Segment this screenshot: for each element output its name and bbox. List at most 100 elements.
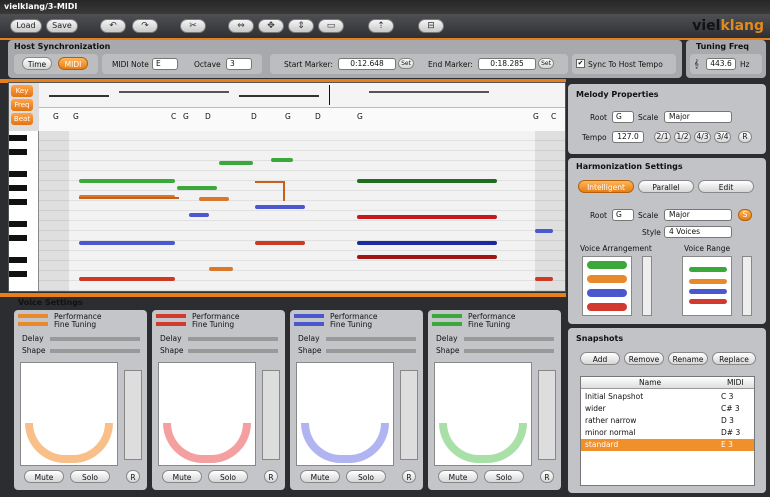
delay-slider[interactable] xyxy=(50,337,140,341)
zoom-horizontal-icon[interactable]: ⇔ xyxy=(228,19,254,33)
reset-button[interactable]: R xyxy=(126,470,140,483)
start-marker-field[interactable]: 0:12.648 xyxy=(338,58,396,70)
freq-button[interactable]: Freq xyxy=(11,99,33,111)
shape-display[interactable] xyxy=(434,362,532,466)
start-set-button[interactable]: Set xyxy=(398,58,414,69)
snapshot-table: Name MIDI Initial Snapshot C 3 wider C# 3 … xyxy=(580,376,755,486)
shape-display[interactable] xyxy=(296,362,394,466)
harm-root-select[interactable]: G xyxy=(612,209,634,221)
shape-slider[interactable] xyxy=(464,349,554,353)
remove-snapshot-button[interactable]: Remove xyxy=(624,352,664,365)
chord-label: G xyxy=(183,112,189,121)
end-set-button[interactable]: Set xyxy=(538,58,554,69)
volume-slider[interactable] xyxy=(262,370,280,460)
tempo-3-4-button[interactable]: 3/4 xyxy=(714,131,731,143)
tempo-1-2-button[interactable]: 1/2 xyxy=(674,131,691,143)
reset-button[interactable]: R xyxy=(402,470,416,483)
chord-track[interactable]: G G C G D D G D G G C xyxy=(39,107,565,131)
fit-icon[interactable]: ▭ xyxy=(318,19,344,33)
midi-toggle[interactable]: MIDI xyxy=(58,57,88,70)
zoom-vertical-icon[interactable]: ⇕ xyxy=(288,19,314,33)
voice-panel-3: Performance Fine Tuning Delay Shape Mute… xyxy=(290,310,423,490)
table-row-selected[interactable]: standard E 3 xyxy=(581,439,754,451)
shape-slider[interactable] xyxy=(326,349,416,353)
chord-label: C xyxy=(551,112,557,121)
volume-slider[interactable] xyxy=(538,370,556,460)
reset-button[interactable]: R xyxy=(540,470,554,483)
snapshots-title: Snapshots xyxy=(576,334,624,343)
volume-slider[interactable] xyxy=(124,370,142,460)
zoom-both-icon[interactable]: ✥ xyxy=(258,19,284,33)
solo-button[interactable]: Solo xyxy=(70,470,110,483)
add-snapshot-button[interactable]: Add xyxy=(580,352,620,365)
melody-root-select[interactable]: G xyxy=(612,111,634,123)
fine-tuning-label: Fine Tuning xyxy=(468,320,511,329)
tempo-field[interactable]: 127.0 xyxy=(612,131,644,143)
reset-button[interactable]: R xyxy=(264,470,278,483)
octave-select[interactable]: 3 xyxy=(226,58,252,70)
range-slider[interactable] xyxy=(742,256,752,316)
undo-icon[interactable]: ↶ xyxy=(100,19,126,33)
parallel-mode-button[interactable]: Parallel xyxy=(638,180,694,193)
rename-snapshot-button[interactable]: Rename xyxy=(668,352,708,365)
mute-button[interactable]: Mute xyxy=(438,470,478,483)
tempo-reset-button[interactable]: R xyxy=(738,131,752,143)
note-editor[interactable]: Key Freq Beat G G C G D D G D G G C xyxy=(8,82,566,292)
mute-button[interactable]: Mute xyxy=(24,470,64,483)
melody-scale-select[interactable]: Major xyxy=(664,111,732,123)
mute-button[interactable]: Mute xyxy=(162,470,202,483)
tempo-icon[interactable]: ⇡ xyxy=(368,19,394,33)
host-sync-panel: Host Synchronization Time MIDI MIDI Note… xyxy=(8,40,682,78)
piano-keyboard xyxy=(9,131,39,291)
fine-tuning-label: Fine Tuning xyxy=(54,320,97,329)
replace-snapshot-button[interactable]: Replace xyxy=(712,352,756,365)
end-marker-field[interactable]: 0:18.285 xyxy=(478,58,536,70)
tuning-icon[interactable]: ⊟ xyxy=(418,19,444,33)
intelligent-mode-button[interactable]: Intelligent xyxy=(578,180,634,193)
harm-scale-select[interactable]: Major xyxy=(664,209,732,221)
delay-slider[interactable] xyxy=(326,337,416,341)
chord-label: D xyxy=(251,112,257,121)
redo-icon[interactable]: ↷ xyxy=(132,19,158,33)
sync-checkbox[interactable]: ✔ xyxy=(576,59,585,68)
arrangement-slider[interactable] xyxy=(642,256,652,316)
scale-s-button[interactable]: S xyxy=(738,209,752,221)
solo-button[interactable]: Solo xyxy=(208,470,248,483)
chord-label: C xyxy=(171,112,177,121)
voice-arrangement-display[interactable] xyxy=(582,256,632,316)
key-button[interactable]: Key xyxy=(11,85,33,97)
volume-slider[interactable] xyxy=(400,370,418,460)
tuning-unit: Hz xyxy=(740,60,750,69)
table-row[interactable]: rather narrow D 3 xyxy=(581,415,754,427)
edit-mode-button[interactable]: Edit xyxy=(698,180,754,193)
midi-note-select[interactable]: E xyxy=(152,58,178,70)
delay-slider[interactable] xyxy=(464,337,554,341)
style-select[interactable]: 4 Voices xyxy=(664,226,732,238)
table-row[interactable]: minor normal D# 3 xyxy=(581,427,754,439)
solo-button[interactable]: Solo xyxy=(346,470,386,483)
tempo-2-1-button[interactable]: 2/1 xyxy=(654,131,671,143)
save-button[interactable]: Save xyxy=(46,19,78,33)
delay-label: Delay xyxy=(22,334,44,343)
shape-display[interactable] xyxy=(158,362,256,466)
scale-label: Scale xyxy=(638,113,659,122)
note-grid[interactable] xyxy=(39,131,565,291)
beat-button[interactable]: Beat xyxy=(11,113,33,125)
table-row[interactable]: Initial Snapshot C 3 xyxy=(581,391,754,403)
delay-slider[interactable] xyxy=(188,337,278,341)
time-toggle[interactable]: Time xyxy=(22,57,52,70)
scale-label: Scale xyxy=(638,211,659,220)
tempo-4-3-button[interactable]: 4/3 xyxy=(694,131,711,143)
shape-slider[interactable] xyxy=(188,349,278,353)
mute-button[interactable]: Mute xyxy=(300,470,340,483)
load-button[interactable]: Load xyxy=(10,19,42,33)
voice-range-display[interactable] xyxy=(682,256,732,316)
cut-icon[interactable]: ✂ xyxy=(180,19,206,33)
tuning-value[interactable]: 443.6 xyxy=(706,58,736,70)
delay-label: Delay xyxy=(298,334,320,343)
table-row[interactable]: wider C# 3 xyxy=(581,403,754,415)
shape-slider[interactable] xyxy=(50,349,140,353)
shape-display[interactable] xyxy=(20,362,118,466)
solo-button[interactable]: Solo xyxy=(484,470,524,483)
toolbar: Load Save ↶ ↷ ✂ ⇔ ✥ ⇕ ▭ ⇡ ⊟ vielklang xyxy=(0,14,770,38)
